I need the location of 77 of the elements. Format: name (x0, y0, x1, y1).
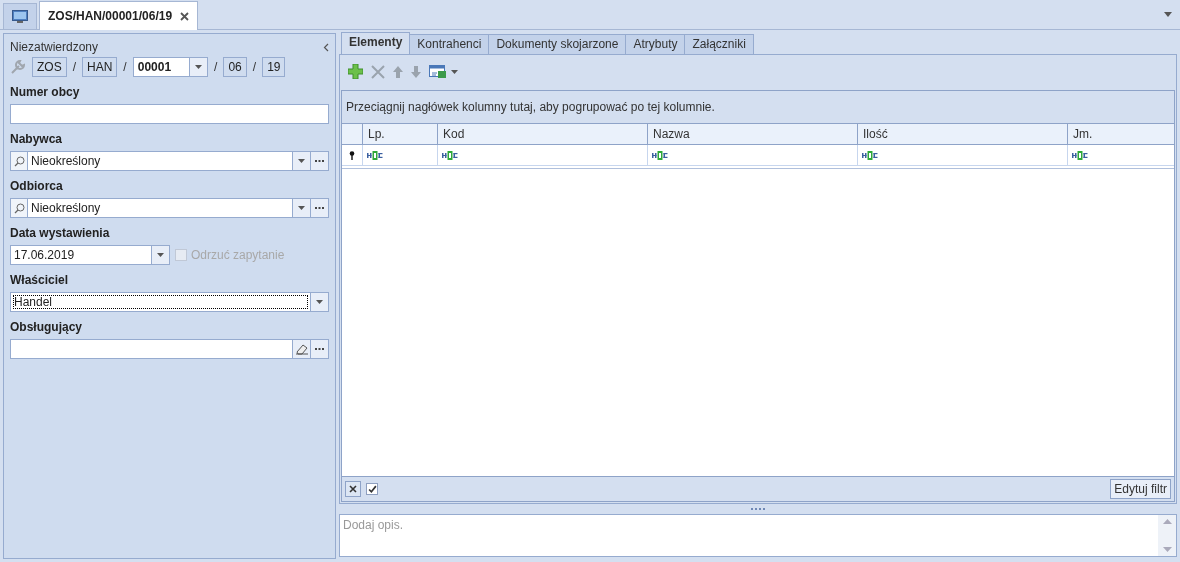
separator-slash: / (252, 60, 257, 74)
dropdown-button[interactable] (189, 58, 208, 76)
text-type-icon (442, 150, 458, 160)
monitor-icon (12, 9, 28, 24)
column-header[interactable]: Kod (437, 124, 647, 144)
edit-filter-button[interactable]: Edytuj filtr (1110, 479, 1171, 499)
search-icon (13, 202, 25, 214)
dropdown-button[interactable] (292, 152, 310, 170)
lookup-field[interactable]: Nieokreślony (10, 198, 329, 218)
collapse-icon[interactable] (323, 42, 329, 52)
toolbar-button[interactable] (429, 64, 458, 79)
more-button[interactable] (310, 340, 328, 358)
text-type-icon (367, 150, 383, 160)
caret-icon (157, 253, 164, 257)
status-label: Niezatwierdzony (10, 40, 99, 54)
tab[interactable]: Dokumenty skojarzone (488, 34, 627, 54)
home-tab[interactable] (3, 3, 37, 29)
text-type-icon (652, 150, 668, 160)
separator-slash: / (214, 60, 218, 74)
text-type-icon (862, 150, 878, 160)
number-segment: HAN (82, 57, 118, 77)
clear-button[interactable] (292, 340, 310, 358)
dropdown-icon[interactable] (1164, 12, 1172, 17)
separator-slash: / (123, 60, 127, 74)
separator-slash: / (72, 60, 76, 74)
text-field[interactable] (10, 104, 329, 124)
eraser-icon (294, 343, 309, 355)
check-icon (367, 484, 377, 494)
close-icon (349, 485, 357, 493)
tab[interactable]: Załączniki (684, 34, 754, 54)
dropdown-button[interactable] (292, 199, 310, 217)
lookup-field[interactable]: Nieokreślony (10, 151, 329, 171)
number-dropdown[interactable]: 00001 (132, 57, 209, 77)
column-header[interactable]: Ilość (857, 124, 1067, 144)
number-segment: 06 (223, 57, 247, 77)
dropdown-button[interactable] (310, 293, 328, 311)
number-segment: ZOS (32, 57, 67, 77)
tab[interactable]: Atrybuty (625, 34, 686, 54)
column-header[interactable]: Jm. (1067, 124, 1174, 144)
caret-icon (298, 206, 305, 210)
caret-icon (298, 159, 305, 163)
filter-pin-icon (349, 150, 355, 160)
close-icon (371, 64, 385, 79)
caret-icon (195, 65, 203, 69)
clear-filter-button[interactable] (345, 481, 361, 497)
caret-icon (451, 69, 458, 74)
more-button[interactable] (310, 152, 328, 170)
caret-icon (316, 300, 323, 304)
field-label: Data wystawienia (10, 226, 111, 240)
checkbox-label: Odrzuć zapytanie (191, 248, 285, 262)
tab[interactable]: Kontrahenci (409, 34, 490, 54)
dropdown-button[interactable] (151, 246, 169, 264)
picker-field[interactable] (10, 339, 329, 359)
field-label: Numer obcy (10, 85, 81, 99)
field-label: Nabywca (10, 132, 64, 146)
more-button[interactable] (310, 199, 328, 217)
dropdown-field[interactable]: Handel (10, 292, 329, 312)
plus-icon (348, 64, 363, 79)
document-tab[interactable]: ZOS/HAN/00001/06/19 (39, 1, 199, 30)
checkbox[interactable] (366, 483, 378, 495)
field-label: Obsługujący (10, 320, 84, 334)
splitter-handle-icon[interactable] (751, 508, 765, 510)
group-hint: Przeciągnij nagłówek kolumny tutaj, aby pogrupować po tej kolumnie. (346, 100, 715, 114)
table-export-icon (429, 64, 447, 79)
arrow-down-icon (411, 65, 421, 78)
column-header[interactable]: Lp. (362, 124, 437, 144)
search-icon (13, 155, 25, 167)
toolbar-button[interactable] (348, 64, 363, 79)
tab[interactable]: Elementy (341, 32, 411, 54)
close-icon[interactable] (180, 11, 190, 21)
number-segment: 19 (262, 57, 286, 77)
field-label: Właściciel (10, 273, 70, 287)
text-type-icon (1072, 150, 1088, 160)
field-label: Odbiorca (10, 179, 64, 193)
column-header[interactable]: Nazwa (647, 124, 857, 144)
arrow-up-icon (393, 65, 403, 78)
date-field[interactable]: 17.06.2019 (10, 245, 170, 265)
